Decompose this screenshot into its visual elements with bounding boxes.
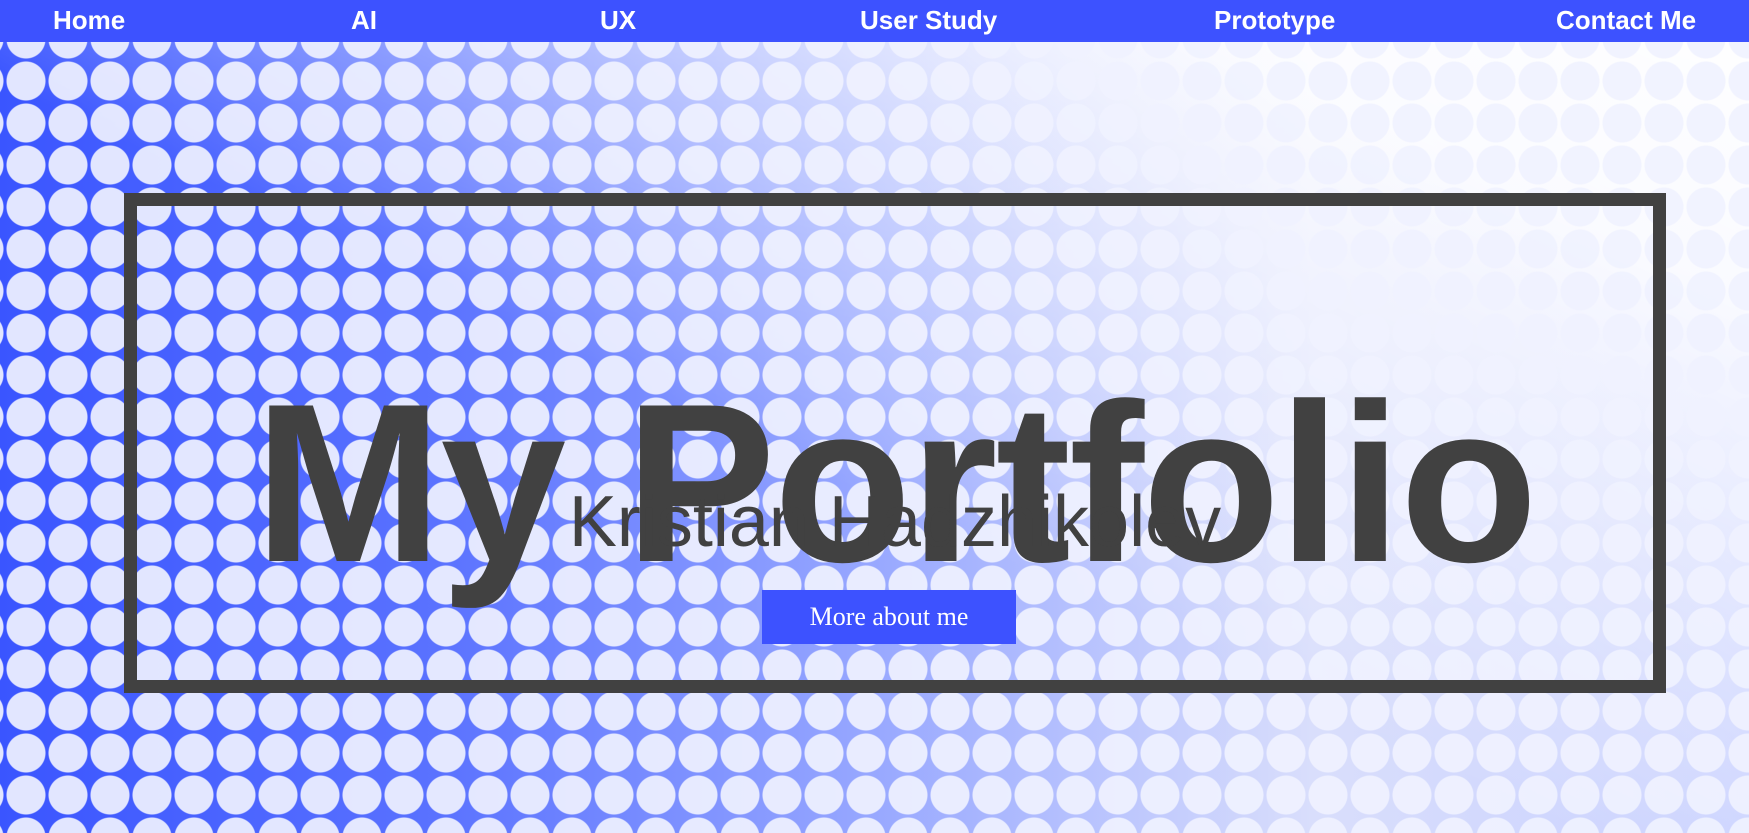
hero-frame: My Portfolio Kristian Hadzhikolev More a… [124, 193, 1666, 693]
nav-item-ai[interactable]: AI [351, 0, 377, 40]
top-nav-bar: Home AI UX User Study Prototype Contact … [0, 0, 1749, 42]
nav-item-contact-me[interactable]: Contact Me [1556, 0, 1696, 40]
nav-item-ux[interactable]: UX [600, 0, 636, 40]
more-about-me-button[interactable]: More about me [762, 590, 1016, 644]
nav-item-user-study[interactable]: User Study [860, 0, 997, 40]
nav-item-prototype[interactable]: Prototype [1214, 0, 1335, 40]
author-name: Kristian Hadzhikolev [568, 482, 1222, 562]
nav-item-home[interactable]: Home [53, 0, 125, 40]
